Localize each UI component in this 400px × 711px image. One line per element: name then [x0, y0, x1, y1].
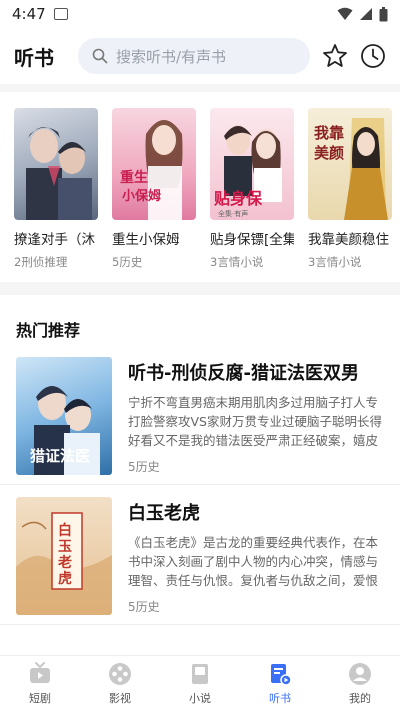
tab-short-drama[interactable]: 短剧 — [0, 656, 80, 711]
book-cover — [14, 108, 98, 220]
cover-art: 贴身保 全集·有声 — [214, 125, 282, 218]
audiobook-icon — [271, 664, 292, 686]
history-clock-icon[interactable] — [360, 43, 386, 69]
app-header: 听书 搜索听书/有声书 — [0, 28, 400, 84]
book-cover: 猎证法医 — [16, 357, 112, 475]
cover-art — [26, 127, 92, 220]
search-icon — [92, 48, 108, 64]
tab-profile[interactable]: 我的 — [320, 656, 400, 711]
search-placeholder: 搜索听书/有声书 — [116, 47, 227, 66]
svg-text:贴身保: 贴身保 — [214, 189, 263, 208]
svg-text:白: 白 — [58, 522, 72, 539]
book-card[interactable]: 重生 小保姆 重生小保姆 5历史 — [112, 108, 196, 270]
tab-label: 影视 — [109, 692, 131, 705]
svg-text:猎证法医: 猎证法医 — [30, 447, 90, 465]
svg-text:重生: 重生 — [120, 169, 148, 186]
book-meta: 3言情小说 — [308, 255, 362, 269]
battery-icon — [379, 6, 388, 21]
cover-art: 我靠 美颜 — [314, 118, 388, 220]
tab-label: 短剧 — [29, 692, 51, 705]
book-meta: 5历史 — [128, 460, 160, 474]
signal-icon — [360, 8, 372, 20]
book-meta: 3言情小说 — [210, 255, 264, 269]
hot-section: 热门推荐 猎证法医 听书-刑侦反腐-猎证法医双男 宁折不弯直男癌末期用肌肉多过用… — [0, 295, 400, 655]
star-icon[interactable] — [322, 43, 348, 69]
cover-art: 猎证法医 — [30, 386, 100, 475]
book-meta: 5历史 — [128, 600, 160, 614]
book-cover: 重生 小保姆 — [112, 108, 196, 220]
list-item[interactable]: 白 玉 老 虎 白玉老虎 《白玉老虎》是古龙的重要经典代表作，在本书中深入刻画了… — [0, 485, 400, 625]
book-card[interactable]: 撩逢对手（沐 2刑侦推理 — [14, 108, 98, 270]
film-reel-icon — [109, 663, 131, 685]
svg-text:老: 老 — [58, 554, 72, 571]
tab-audiobooks[interactable]: 听书 — [240, 656, 320, 711]
book-description: 《白玉老虎》是古龙的重要经典代表作，在本书中深入刻画了剧中人物的内心冲突，情感与… — [128, 535, 379, 588]
search-input[interactable]: 搜索听书/有声书 — [78, 38, 310, 74]
svg-text:小保姆: 小保姆 — [122, 188, 161, 204]
gallery-notification-icon — [53, 8, 68, 20]
book-title: 撩逢对手（沐 — [14, 232, 95, 248]
section-title: 热门推荐 — [16, 321, 81, 340]
book-title: 我靠美颜稳住 — [308, 232, 389, 248]
book-cover: 贴身保 全集·有声 — [210, 108, 294, 220]
book-card[interactable]: 贴身保 全集·有声 贴身保镖[全集 3言情小说 — [210, 108, 294, 270]
recommended-section: 撩逢对手（沐 2刑侦推理 重生 小保姆 重生小保姆 5历史 贴身保 全集·有声 … — [0, 92, 400, 282]
svg-text:玉: 玉 — [58, 539, 72, 555]
svg-text:全集·有声: 全集·有声 — [218, 209, 248, 218]
book-cover: 我靠 美颜 — [308, 108, 392, 220]
book-title: 白玉老虎 — [128, 503, 200, 524]
book-title: 听书-刑侦反腐-猎证法医双男 — [128, 363, 359, 384]
tab-label: 小说 — [189, 692, 211, 705]
profile-icon — [349, 663, 371, 685]
book-description: 宁折不弯直男癌末期用肌肉多过用脑子打人专打脸警察攻VS家财万贯专业过硬脑子聪明长… — [128, 395, 382, 448]
book-title: 重生小保姆 — [112, 232, 180, 248]
status-bar: 4:47 — [0, 0, 400, 28]
book-meta: 5历史 — [112, 255, 143, 269]
tv-icon — [30, 662, 50, 683]
svg-text:我靠: 我靠 — [314, 124, 344, 142]
book-title: 贴身保镖[全集 — [210, 232, 294, 248]
list-item[interactable]: 猎证法医 听书-刑侦反腐-猎证法医双男 宁折不弯直男癌末期用肌肉多过用脑子打人专… — [0, 345, 400, 485]
page-title: 听书 — [14, 45, 54, 70]
svg-text:虎: 虎 — [58, 570, 72, 587]
book-icon — [192, 664, 208, 684]
wifi-icon — [337, 7, 353, 20]
book-meta: 2刑侦推理 — [14, 255, 68, 269]
tab-label: 我的 — [349, 692, 371, 705]
book-cover: 白 玉 老 虎 — [16, 497, 112, 615]
status-time: 4:47 — [12, 5, 46, 23]
book-card[interactable]: 我靠 美颜 我靠美颜稳住 3言情小说 — [308, 108, 392, 270]
bottom-tab-bar: 短剧 影视 小说 听书 我的 — [0, 655, 400, 711]
status-indicators — [337, 6, 388, 22]
tab-movies[interactable]: 影视 — [80, 656, 160, 711]
tab-novels[interactable]: 小说 — [160, 656, 240, 711]
cover-art: 重生 小保姆 — [120, 120, 183, 220]
svg-text:美颜: 美颜 — [314, 144, 344, 162]
cover-art: 白 玉 老 虎 — [16, 512, 112, 615]
tab-label: 听书 — [269, 692, 291, 705]
